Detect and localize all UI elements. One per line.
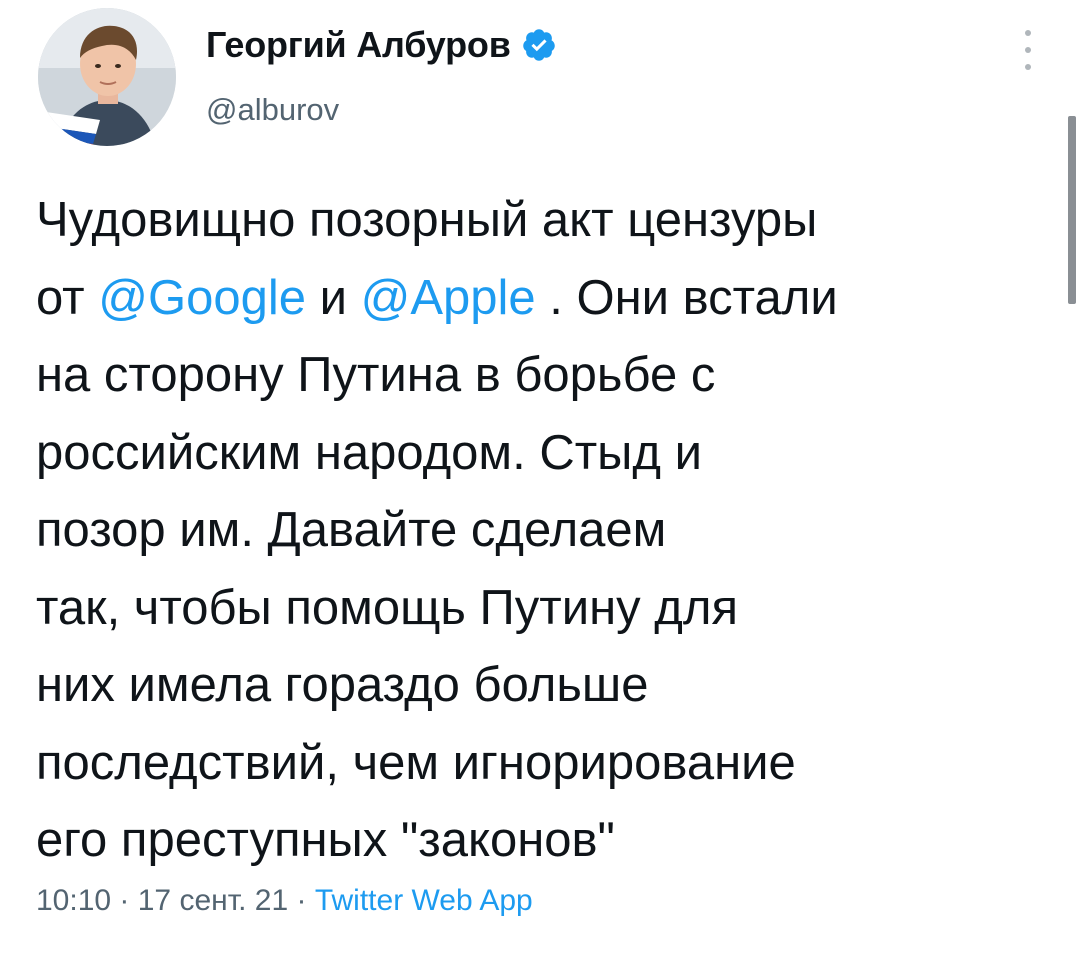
tweet-line: на сторону Путина в борьбе с: [36, 348, 716, 402]
meta-separator: ·: [111, 884, 138, 917]
tweet-line: его преступных "законов": [36, 813, 615, 867]
author-handle[interactable]: @alburov: [206, 92, 339, 128]
tweet-line: них имела гораздо больше: [36, 658, 649, 712]
tweet-line: российским народом. Стыд и: [36, 425, 702, 480]
tweet-line: последствий, чем игнорирование: [36, 735, 796, 790]
more-dot: [1025, 30, 1031, 36]
tweet-time[interactable]: 10:10: [36, 884, 111, 917]
tweet-line: Чудовищно позорный акт цензуры: [36, 193, 818, 247]
tweet-meta: 10:10 · 17 сент. 21 · Twitter Web App: [36, 884, 533, 918]
tweet-line-mid: и: [305, 270, 361, 325]
tweet-text: Чудовищно позорный акт цензуры от @Googl…: [36, 182, 1046, 880]
tweet-date[interactable]: 17 сент. 21: [138, 884, 288, 917]
tweet-card: Георгий Албуров @alburov Чудовищно позор…: [0, 0, 1080, 960]
mention-google-link[interactable]: @Google: [98, 271, 306, 325]
author-name-row[interactable]: Георгий Албуров: [206, 24, 557, 66]
more-vertical-icon[interactable]: [1016, 30, 1040, 70]
scrollbar[interactable]: [1068, 116, 1076, 304]
meta-separator: ·: [288, 884, 315, 917]
avatar[interactable]: [38, 8, 176, 146]
tweet-line: позор им. Давайте сделаем: [36, 503, 667, 557]
tweet-line: так, чтобы помощь Путину для: [36, 580, 738, 635]
verified-badge-icon: [521, 27, 557, 63]
tweet-line-suffix: . Они встали: [535, 270, 838, 325]
more-dot: [1025, 64, 1031, 70]
more-dot: [1025, 47, 1031, 53]
mention-apple-link[interactable]: @Apple: [361, 271, 536, 325]
display-name[interactable]: Георгий Албуров: [206, 24, 511, 66]
tweet-line-prefix: от: [36, 270, 99, 325]
tweet-source-link[interactable]: Twitter Web App: [315, 884, 533, 917]
avatar-image: [38, 8, 176, 146]
